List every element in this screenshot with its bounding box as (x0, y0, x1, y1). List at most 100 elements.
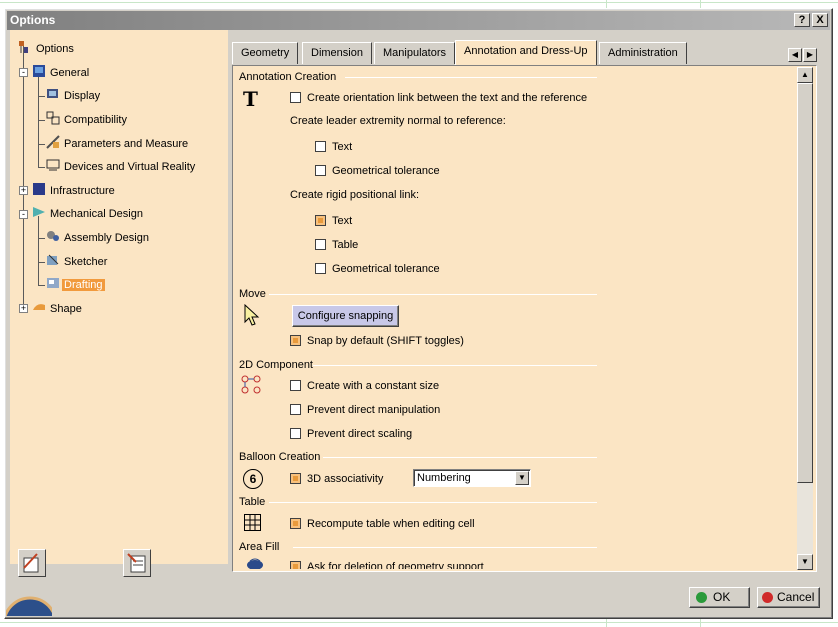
mechanical-design-icon (32, 205, 46, 218)
cancel-label: Cancel (777, 590, 815, 604)
checkbox-label: 3D associativity (307, 473, 384, 485)
assembly-design-icon (46, 229, 60, 242)
checkbox-label: Create with a constant size (307, 380, 440, 392)
close-button[interactable]: X (812, 13, 828, 27)
section-divider (269, 502, 597, 503)
tab-manipulators[interactable]: Manipulators (374, 42, 455, 64)
rigid-text-checkbox[interactable]: Text (315, 214, 352, 230)
3d-associativity-checkbox[interactable]: 3D associativity (290, 472, 383, 488)
tree-item-label: Drafting (62, 279, 105, 291)
load-settings-icon[interactable] (123, 549, 151, 577)
leader-geo-tolerance-checkbox[interactable]: Geometrical tolerance (315, 164, 440, 180)
expand-toggle-infrastructure[interactable]: + (19, 186, 28, 195)
checkbox-box[interactable] (315, 263, 326, 274)
checkbox-box[interactable] (315, 239, 326, 250)
checkbox-label: Table (332, 239, 359, 251)
prevent-manipulation-checkbox[interactable]: Prevent direct manipulation (290, 403, 440, 419)
tree-line (38, 144, 45, 145)
drafting-icon (46, 276, 60, 289)
section-title-move: Move (239, 288, 266, 300)
save-settings-icon[interactable] (18, 549, 46, 577)
checkbox-box[interactable] (290, 335, 301, 346)
cancel-button[interactable]: Cancel (757, 587, 820, 608)
checkbox-box[interactable] (290, 518, 301, 529)
table-grid-icon (244, 514, 261, 534)
tab-administration[interactable]: Administration (599, 42, 687, 64)
constant-size-checkbox[interactable]: Create with a constant size (290, 379, 439, 395)
ok-button[interactable]: OK (689, 587, 750, 608)
tree-item-general[interactable]: General (32, 64, 91, 81)
expand-toggle-general[interactable]: - (19, 68, 28, 77)
parameters-icon (46, 135, 60, 149)
compatibility-icon (46, 111, 60, 125)
checkbox-box[interactable] (290, 380, 301, 391)
tree-item-devices[interactable]: Devices and Virtual Reality (46, 158, 197, 175)
ask-deletion-checkbox[interactable]: Ask for deletion of geometry support (290, 560, 484, 569)
tree-item-label: Compatibility (64, 114, 127, 126)
expand-toggle-shape[interactable]: + (19, 304, 28, 313)
checkbox-box[interactable] (290, 428, 301, 439)
section-divider (293, 547, 597, 548)
tree-item-label: Devices and Virtual Reality (64, 161, 196, 173)
tree-item-label: Mechanical Design (50, 208, 143, 220)
content-scrollbar[interactable]: ▲ ▼ (797, 67, 813, 570)
section-title-area-fill: Area Fill (239, 541, 280, 553)
scroll-thumb[interactable] (797, 83, 813, 483)
orientation-link-checkbox[interactable]: Create orientation link between the text… (290, 91, 587, 107)
section-title-annotation: Annotation Creation (239, 71, 337, 83)
tree-item-options[interactable]: Options (18, 40, 76, 57)
checkbox-box[interactable] (290, 404, 301, 415)
tree-item-drafting[interactable]: Drafting (46, 276, 105, 293)
balloon-numbering-select[interactable]: Numbering ▼ (413, 469, 531, 487)
tab-dimension[interactable]: Dimension (302, 42, 372, 64)
tree-line (38, 262, 45, 263)
tab-scroll-right-button[interactable]: ▶ (803, 48, 817, 62)
ok-icon (696, 592, 707, 603)
rigid-table-checkbox[interactable]: Table (315, 238, 358, 254)
section-divider (269, 294, 597, 295)
help-button[interactable]: ? (794, 13, 810, 27)
scroll-up-button[interactable]: ▲ (797, 67, 813, 83)
snap-by-default-checkbox[interactable]: Snap by default (SHIFT toggles) (290, 334, 464, 350)
tree-item-infrastructure[interactable]: Infrastructure (32, 182, 117, 199)
chevron-down-icon[interactable]: ▼ (515, 471, 529, 485)
cancel-icon (762, 592, 773, 603)
tree-item-mechanical-design[interactable]: Mechanical Design (32, 205, 145, 222)
scroll-down-button[interactable]: ▼ (797, 554, 813, 570)
select-value: Numbering (417, 472, 471, 484)
checkbox-box[interactable] (290, 92, 301, 103)
tree-item-parameters[interactable]: Parameters and Measure (46, 135, 190, 152)
tree-item-label: Options (36, 43, 74, 55)
sketcher-icon (46, 253, 60, 266)
background-line (0, 622, 838, 623)
checkbox-box[interactable] (315, 215, 326, 226)
leader-text-checkbox[interactable]: Text (315, 140, 352, 156)
tree-item-compatibility[interactable]: Compatibility (46, 111, 129, 128)
tree-item-sketcher[interactable]: Sketcher (46, 253, 109, 270)
tab-scroll-left-button[interactable]: ◀ (788, 48, 802, 62)
tree-item-display[interactable]: Display (46, 87, 102, 104)
options-content-panel: Annotation Creation T Create orientation… (232, 65, 817, 572)
checkbox-label: Create orientation link between the text… (307, 92, 588, 104)
checkbox-label: Recompute table when editing cell (307, 518, 475, 530)
checkbox-box[interactable] (315, 165, 326, 176)
tree-item-assembly-design[interactable]: Assembly Design (46, 229, 151, 246)
expand-toggle-mechanical[interactable]: - (19, 210, 28, 219)
tab-annotation-dressup[interactable]: Annotation and Dress-Up (455, 40, 597, 65)
section-divider (313, 365, 597, 366)
rigid-geo-tolerance-checkbox[interactable]: Geometrical tolerance (315, 262, 440, 278)
tree-item-label: Parameters and Measure (64, 138, 189, 150)
tree-item-shape[interactable]: Shape (32, 300, 84, 317)
display-icon (46, 87, 60, 100)
checkbox-box[interactable] (315, 141, 326, 152)
window-title: Options (10, 13, 56, 27)
checkbox-box[interactable] (290, 473, 301, 484)
configure-snapping-button[interactable]: Configure snapping (292, 305, 399, 327)
title-bar: Options ? X (7, 11, 830, 30)
tree-line (38, 96, 45, 97)
checkbox-box[interactable] (290, 561, 301, 569)
prevent-scaling-checkbox[interactable]: Prevent direct scaling (290, 427, 412, 443)
tab-geometry[interactable]: Geometry (232, 42, 299, 64)
tree-line (38, 167, 45, 168)
recompute-table-checkbox[interactable]: Recompute table when editing cell (290, 517, 475, 533)
